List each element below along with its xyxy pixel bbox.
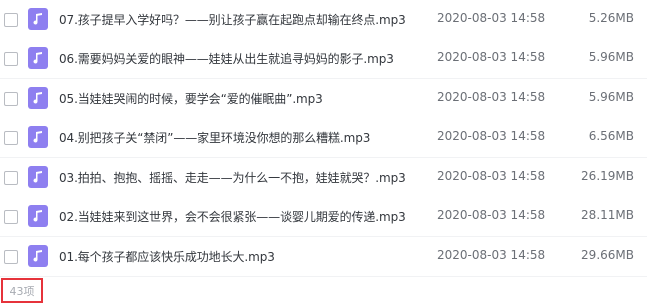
file-name[interactable]: 06.需要妈妈关爱的眼神——娃娃从出生就追寻妈妈的影子.mp3: [59, 50, 394, 67]
audio-file-icon: [28, 205, 48, 227]
file-row[interactable]: 04.别把孩子关“禁闭”——家里环境没你想的那么糟糕.mp3 2020-08-0…: [0, 118, 647, 158]
file-name[interactable]: 04.别把孩子关“禁闭”——家里环境没你想的那么糟糕.mp3: [59, 129, 370, 146]
file-size: 6.56MB: [588, 129, 634, 143]
audio-file-icon: [28, 245, 48, 267]
audio-file-icon: [28, 8, 48, 30]
file-name[interactable]: 07.孩子提早入学好吗？——别让孩子赢在起跑点却输在终点.mp3: [59, 11, 406, 28]
file-row[interactable]: 07.孩子提早入学好吗？——别让孩子赢在起跑点却输在终点.mp3 2020-08…: [0, 0, 647, 40]
row-checkbox[interactable]: [4, 92, 18, 106]
row-checkbox[interactable]: [4, 210, 18, 224]
audio-file-icon: [28, 87, 48, 109]
file-name[interactable]: 01.每个孩子都应该快乐成功地长大.mp3: [59, 248, 275, 265]
file-row[interactable]: 05.当娃娃哭闹的时候，要学会“爱的催眠曲”.mp3 2020-08-03 14…: [0, 79, 647, 119]
file-name[interactable]: 03.拍拍、抱抱、摇摇、走走——为什么一不抱，娃娃就哭？.mp3: [59, 169, 406, 186]
row-checkbox[interactable]: [4, 171, 18, 185]
file-name[interactable]: 02.当娃娃来到这世界，会不会很紧张——谈婴儿期爱的传递.mp3: [59, 208, 406, 225]
audio-file-icon: [28, 126, 48, 148]
file-row[interactable]: 03.拍拍、抱抱、摇摇、走走——为什么一不抱，娃娃就哭？.mp3 2020-08…: [0, 158, 647, 198]
audio-file-icon: [28, 166, 48, 188]
file-date: 2020-08-03 14:58: [437, 169, 546, 183]
file-size: 26.19MB: [581, 169, 634, 183]
row-checkbox[interactable]: [4, 250, 18, 264]
audio-file-icon: [28, 47, 48, 69]
file-date: 2020-08-03 14:58: [437, 208, 546, 222]
file-size: 29.66MB: [581, 248, 634, 262]
file-date: 2020-08-03 14:58: [437, 90, 546, 104]
file-row[interactable]: 06.需要妈妈关爱的眼神——娃娃从出生就追寻妈妈的影子.mp3 2020-08-…: [0, 39, 647, 79]
file-name[interactable]: 05.当娃娃哭闹的时候，要学会“爱的催眠曲”.mp3: [59, 90, 323, 107]
file-size: 5.96MB: [588, 90, 634, 104]
file-date: 2020-08-03 14:58: [437, 129, 546, 143]
file-row[interactable]: 01.每个孩子都应该快乐成功地长大.mp3 2020-08-03 14:58 2…: [0, 237, 647, 277]
row-checkbox[interactable]: [4, 13, 18, 27]
file-size: 28.11MB: [581, 208, 634, 222]
file-size: 5.96MB: [588, 50, 634, 64]
file-size: 5.26MB: [588, 11, 634, 25]
item-count-label: 43项: [1, 278, 43, 303]
file-date: 2020-08-03 14:58: [437, 11, 546, 25]
row-checkbox[interactable]: [4, 131, 18, 145]
file-date: 2020-08-03 14:58: [437, 248, 546, 262]
file-date: 2020-08-03 14:58: [437, 50, 546, 64]
file-row[interactable]: 02.当娃娃来到这世界，会不会很紧张——谈婴儿期爱的传递.mp3 2020-08…: [0, 197, 647, 237]
row-checkbox[interactable]: [4, 52, 18, 66]
